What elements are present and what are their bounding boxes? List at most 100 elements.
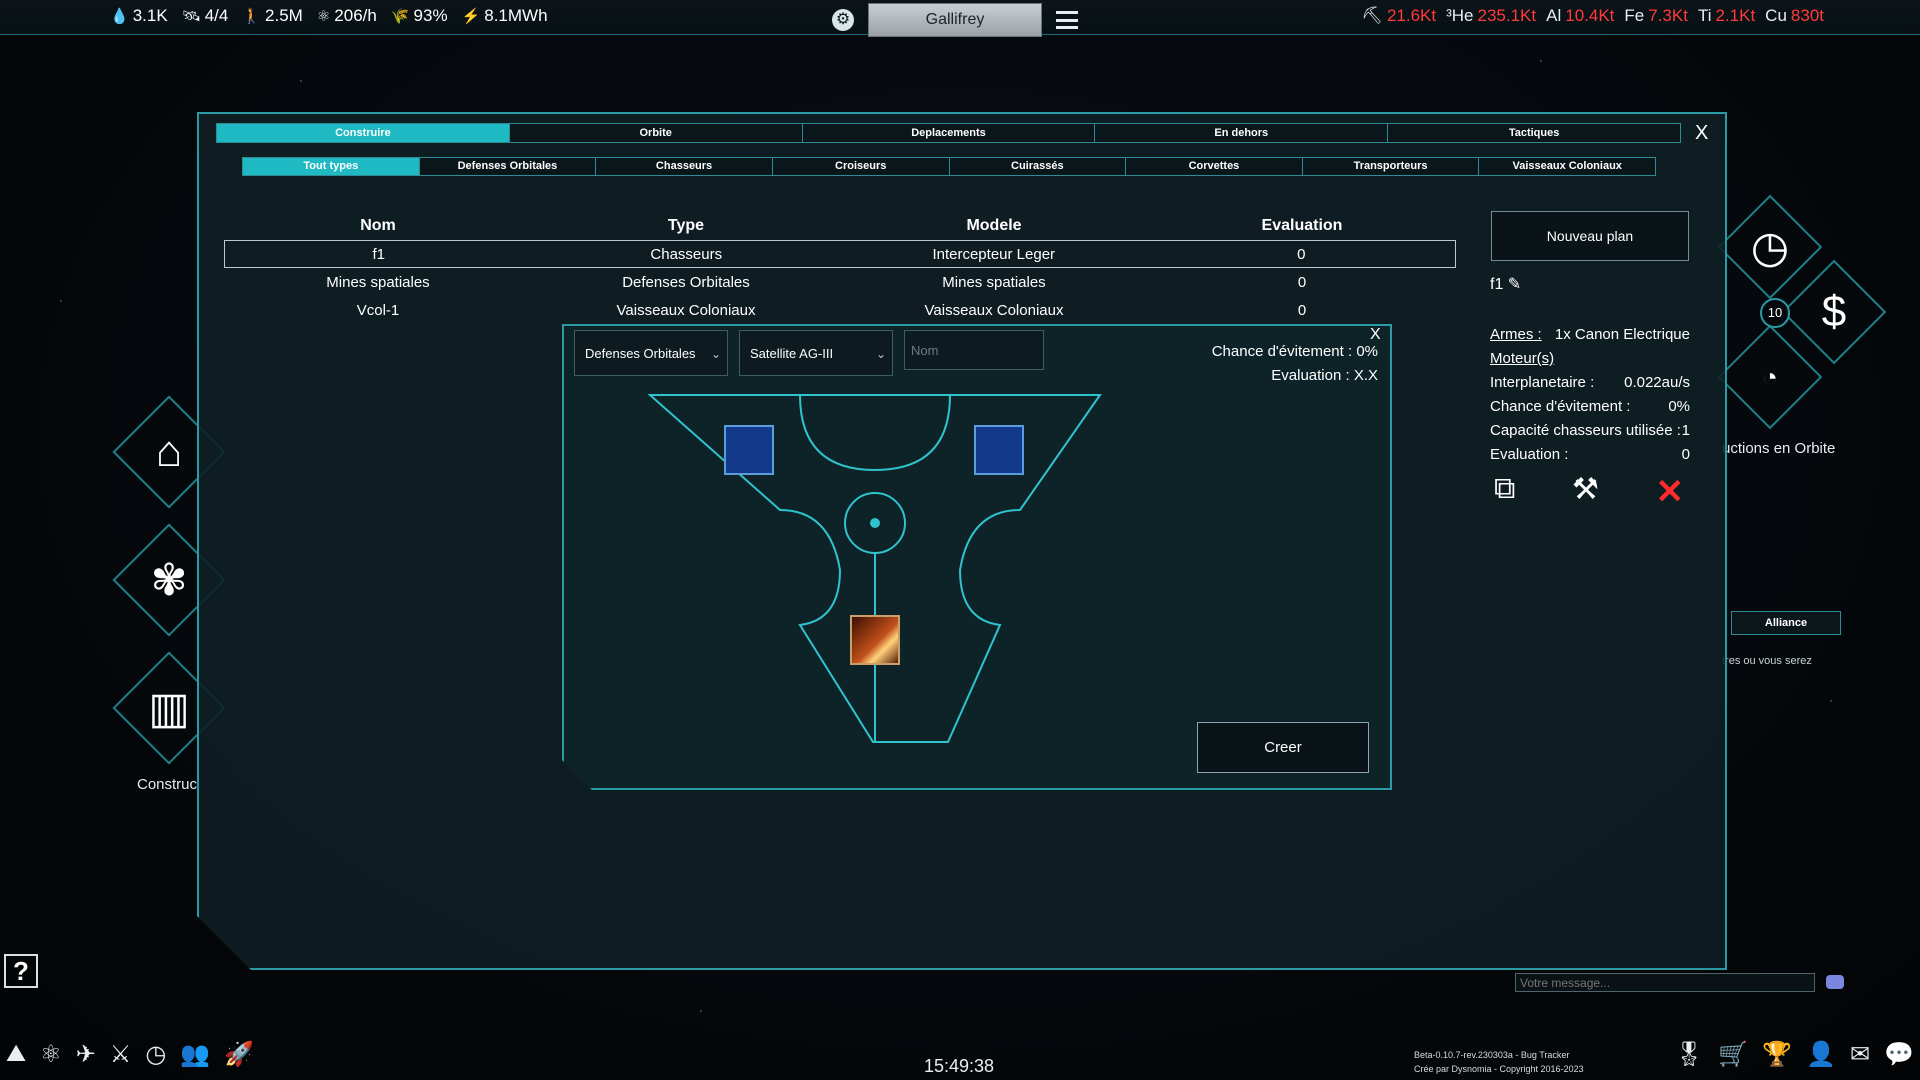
module-slot[interactable] [724, 425, 774, 475]
home-icon: ⌂ [155, 427, 183, 476]
tab-en-dehors[interactable]: En dehors [1095, 124, 1389, 142]
gear-icon[interactable]: ⚙ [832, 9, 854, 31]
atom-icon: ⚛ [316, 8, 331, 25]
model-select-value: Satellite AG-III [750, 346, 834, 361]
cell-type: Vaisseaux Coloniaux [616, 301, 756, 319]
resources-left: 💧 3.1K 🛰 4/4 🚶 2.5M ⚛ 206/h 🌾 93% ⚡ 8.1MWh [110, 6, 548, 26]
satellite-icon: 🛰 [181, 8, 201, 25]
engines-line: Moteur(s) [1490, 347, 1690, 371]
alliance-tab[interactable]: Alliance [1731, 611, 1841, 635]
plans-table: Nom Type Modele Evaluation f1 Chasseurs … [224, 212, 1456, 324]
help-button[interactable]: ? [4, 954, 38, 988]
subtab-vaisseaux-coloniaux[interactable]: Vaisseaux Coloniaux [1479, 158, 1655, 175]
discord-icon[interactable] [1826, 975, 1844, 989]
wheat-icon: ✾ [150, 555, 188, 605]
cell-type: Defenses Orbitales [622, 273, 750, 291]
clock-icon: ◷ [1750, 222, 1790, 272]
version-info: Beta-0.10.7-rev.230303a - Bug Tracker Cr… [1414, 1048, 1584, 1076]
cell-evaluation: 0 [1297, 301, 1307, 319]
table-row[interactable]: Mines spatiales Defenses Orbitales Mines… [224, 268, 1456, 296]
table-row[interactable]: Vcol-1 Vaisseaux Coloniaux Vaisseaux Col… [224, 296, 1456, 324]
fleet-icon[interactable]: ✈ [76, 1040, 96, 1069]
weapons-label[interactable]: Armes : [1490, 323, 1542, 347]
resource-item: 🌾 93% [391, 6, 448, 26]
resource-item: ⚛ 206/h [317, 6, 377, 26]
mineral-key: ³He [1446, 6, 1474, 25]
planet-selector-button[interactable]: Gallifrey [868, 3, 1042, 37]
cell-evaluation: 0 [1297, 245, 1306, 263]
mineral-item: Al 10.4Kt [1546, 6, 1614, 26]
resource-value: 2.5M [265, 6, 303, 25]
medal-icon[interactable]: 🎖 [1674, 1040, 1704, 1069]
module-slot[interactable] [974, 425, 1024, 475]
cell-type: Chasseurs [650, 245, 723, 263]
delete-icon[interactable]: ✕ [1655, 472, 1684, 512]
tab-orbite[interactable]: Orbite [509, 124, 803, 142]
menu-icon[interactable] [1056, 11, 1078, 29]
tab-construire[interactable]: Construire [217, 124, 510, 142]
mineral-key: Ti [1697, 6, 1712, 25]
new-plan-button[interactable]: Nouveau plan [1491, 211, 1689, 261]
building-icon: ▥ [148, 683, 190, 733]
stat-value: 0% [1668, 398, 1690, 415]
satellite-icon[interactable]: ⚔ [110, 1040, 132, 1069]
stat-label: Capacité chasseurs utilisée : [1490, 422, 1681, 439]
tab-tactiques[interactable]: Tactiques [1388, 124, 1680, 142]
subtab-defenses-orbitales[interactable]: Defenses Orbitales [419, 158, 597, 175]
type-select-value: Defenses Orbitales [585, 346, 696, 361]
table-row[interactable]: f1 Chasseurs Intercepteur Leger 0 [224, 240, 1456, 268]
edit-icon[interactable]: ✎ [1508, 276, 1521, 293]
resource-value: 3.1K [132, 6, 168, 25]
subtab-tout-types[interactable]: Tout types [243, 158, 420, 175]
version-line[interactable]: Beta-0.10.7-rev.230303a - Bug Tracker [1414, 1048, 1584, 1062]
chat-message-input[interactable] [1515, 973, 1815, 992]
subtab-chasseurs[interactable]: Chasseurs [596, 158, 773, 175]
chevron-down-icon: ⌄ [710, 347, 721, 361]
mineral-value: 7.3Kt [1648, 6, 1688, 25]
profile-icon[interactable]: 👤 [1806, 1040, 1836, 1069]
create-button[interactable]: Creer [1197, 722, 1369, 773]
mineral-value: 10.4Kt [1565, 6, 1615, 25]
subtab-croiseurs[interactable]: Croiseurs [772, 158, 950, 175]
star [300, 80, 302, 82]
resource-value: 206/h [334, 6, 377, 25]
stat-value: 0 [1681, 446, 1690, 463]
cell-model: Mines spatiales [942, 273, 1046, 291]
timer-icon[interactable]: ◷ [145, 1040, 166, 1069]
weapons-value: 1x Canon Electrique [1554, 326, 1690, 343]
engines-label[interactable]: Moteur(s) [1490, 347, 1554, 371]
map-icon[interactable]: ⛰ [6, 1040, 26, 1069]
stat-line: Evaluation : 0 [1490, 443, 1690, 467]
model-select[interactable]: Satellite AG-III ⌄ [739, 330, 893, 376]
weapon-slot[interactable] [850, 615, 900, 665]
weapons-line: Armes : 1x Canon Electrique [1490, 323, 1690, 347]
subtab-corvettes[interactable]: Corvettes [1126, 158, 1303, 175]
population-icon[interactable]: 👥 [180, 1040, 210, 1069]
tools-icon[interactable]: ⚒ [1572, 472, 1599, 512]
trophy-icon[interactable]: 🏆 [1762, 1040, 1792, 1069]
close-panel-button[interactable]: X [1695, 122, 1708, 145]
mineral-key: Fe [1624, 6, 1645, 25]
stat-value: 1 [1681, 422, 1690, 439]
subtab-transporteurs[interactable]: Transporteurs [1302, 158, 1480, 175]
bottom-nav-right: 🎖 🛒 🏆 👤 ✉ 💬 [1674, 1040, 1914, 1069]
constructions-label: Construc [137, 776, 198, 793]
stat-line: Interplanetaire : 0.022au/s [1490, 371, 1690, 395]
tab-deplacements[interactable]: Deplacements [802, 124, 1096, 142]
stat-line: Capacité chasseurs utilisée : 1 [1490, 419, 1690, 443]
ship-name-input[interactable] [904, 330, 1044, 370]
plan-name-text: f1 [1490, 276, 1504, 293]
star [60, 300, 62, 302]
subtab-cuirasses[interactable]: Cuirassés [949, 158, 1127, 175]
chat-icon[interactable]: 💬 [1884, 1040, 1914, 1069]
plan-name: f1 ✎ [1490, 274, 1521, 294]
rocket-icon[interactable]: 🚀 [224, 1040, 254, 1069]
type-select[interactable]: Defenses Orbitales ⌄ [574, 330, 728, 376]
dodge-chance: Chance d'évitement : 0% [1211, 343, 1378, 360]
research-icon[interactable]: ⚛ [40, 1040, 62, 1069]
mineral-value: 21.6Kt [1386, 6, 1437, 25]
copy-icon[interactable]: ⧉ [1494, 472, 1515, 512]
stat-value: 0.022au/s [1624, 374, 1690, 391]
shop-icon[interactable]: 🛒 [1718, 1040, 1748, 1069]
mail-icon[interactable]: ✉ [1850, 1040, 1870, 1069]
